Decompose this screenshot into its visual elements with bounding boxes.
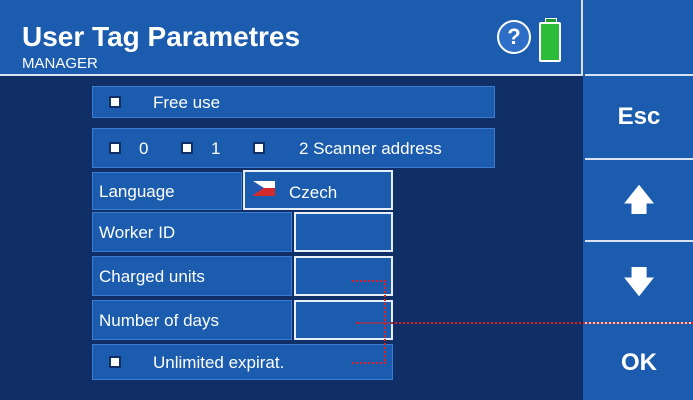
free-use-checkbox[interactable]	[109, 96, 121, 108]
number-of-days-row: Number of days	[92, 300, 292, 340]
charged-units-row: Charged units	[92, 256, 292, 296]
worker-id-label: Worker ID	[99, 223, 176, 242]
scanner-0-label: 0	[139, 139, 149, 158]
unlimited-expiration-row[interactable]: Unlimited expirat.	[92, 344, 393, 380]
help-icon[interactable]: ?	[497, 20, 531, 54]
unlimited-expiration-checkbox[interactable]	[109, 356, 121, 368]
callout-line-top	[352, 280, 386, 282]
scanner-address-label: 2 Scanner address	[299, 139, 442, 158]
language-value: Czech	[289, 183, 338, 202]
worker-id-field[interactable]	[294, 212, 393, 252]
right-button-panel: Esc 🡅 🡇 OK	[583, 0, 693, 400]
free-use-row[interactable]: Free use	[92, 86, 495, 118]
scanner-0-checkbox[interactable]	[109, 142, 121, 154]
callout-line-pointer	[356, 322, 693, 324]
scanner-2-checkbox[interactable]	[253, 142, 265, 154]
battery-icon	[539, 18, 561, 62]
esc-button[interactable]: Esc	[585, 76, 693, 158]
header-bar: User Tag Parametres MANAGER ?	[0, 0, 583, 76]
scanner-address-row: 0 1 2 Scanner address	[92, 128, 495, 168]
page-subtitle: MANAGER	[22, 55, 98, 72]
language-select[interactable]: Czech	[243, 170, 393, 210]
arrow-up-icon[interactable]: 🡅	[585, 158, 693, 240]
number-of-days-field[interactable]	[294, 300, 393, 340]
worker-id-row: Worker ID	[92, 212, 292, 252]
charged-units-field[interactable]	[294, 256, 393, 296]
callout-line-bottom	[352, 362, 386, 364]
ok-button[interactable]: OK	[585, 322, 693, 400]
blank-panel	[585, 0, 693, 76]
unlimited-expiration-label: Unlimited expirat.	[153, 353, 285, 372]
number-of-days-label: Number of days	[99, 311, 219, 330]
czech-flag-icon	[253, 181, 275, 196]
scanner-1-label: 1	[211, 139, 221, 158]
language-row: Language	[92, 172, 242, 210]
free-use-label: Free use	[153, 93, 221, 112]
scanner-1-checkbox[interactable]	[181, 142, 193, 154]
page-title: User Tag Parametres	[22, 21, 301, 52]
charged-units-label: Charged units	[99, 267, 205, 286]
device-screen: User Tag Parametres MANAGER ? Esc 🡅 🡇 OK…	[0, 0, 693, 400]
arrow-down-icon[interactable]: 🡇	[585, 240, 693, 322]
language-label: Language	[99, 182, 175, 201]
